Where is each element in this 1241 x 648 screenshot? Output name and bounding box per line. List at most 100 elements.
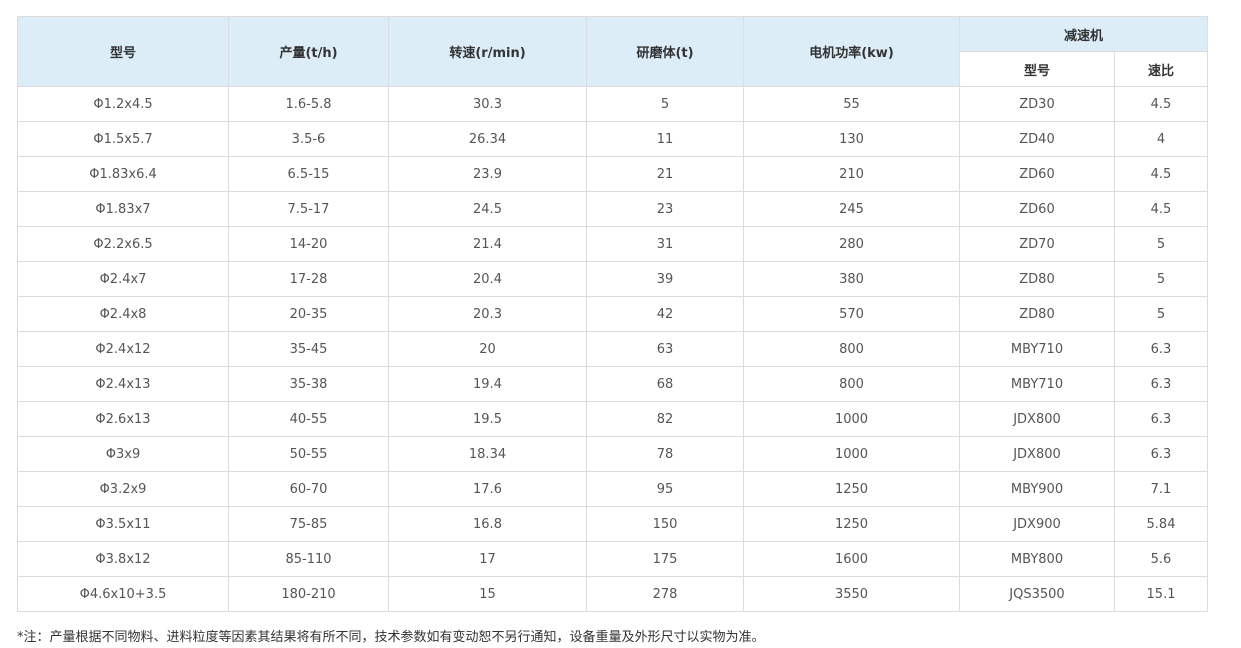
cell-reducer-model: JQS3500 xyxy=(959,576,1115,612)
cell-model: Φ2.2x6.5 xyxy=(17,226,229,262)
cell-reducer-ratio: 15.1 xyxy=(1113,576,1209,612)
cell-media: 23 xyxy=(586,191,744,227)
cell-speed: 20.3 xyxy=(388,296,587,332)
cell-reducer-ratio: 5.6 xyxy=(1113,541,1209,577)
cell-model: Φ1.83x7 xyxy=(17,191,229,227)
cell-model: Φ2.4x7 xyxy=(17,261,229,297)
cell-speed: 20.4 xyxy=(388,261,587,297)
cell-reducer-model: MBY800 xyxy=(959,541,1115,577)
cell-capacity: 14-20 xyxy=(228,226,389,262)
cell-reducer-ratio: 4.5 xyxy=(1113,191,1209,227)
table-header: 型号 产量(t/h) 转速(r/min) 研磨体(t) 电机功率(kw) 减速机… xyxy=(17,16,1209,87)
cell-model: Φ2.6x13 xyxy=(17,401,229,437)
cell-motor-power: 1250 xyxy=(743,506,960,542)
cell-media: 39 xyxy=(586,261,744,297)
table-row: Φ3.2x9 60-70 17.6 95 1250 MBY900 7.1 xyxy=(17,471,1209,507)
header-reducer-ratio: 速比 xyxy=(1113,51,1209,87)
cell-reducer-ratio: 5 xyxy=(1113,226,1209,262)
cell-reducer-ratio: 6.3 xyxy=(1113,401,1209,437)
footnote: *注：产量根据不同物料、进料粒度等因素其结果将有所不同，技术参数如有变动恕不另行… xyxy=(17,630,765,645)
cell-reducer-ratio: 6.3 xyxy=(1113,366,1209,402)
cell-motor-power: 210 xyxy=(743,156,960,192)
cell-motor-power: 1000 xyxy=(743,436,960,472)
cell-model: Φ2.4x12 xyxy=(17,331,229,367)
cell-reducer-model: MBY710 xyxy=(959,331,1115,367)
cell-model: Φ3.5x11 xyxy=(17,506,229,542)
cell-capacity: 1.6-5.8 xyxy=(228,86,389,122)
table-row: Φ2.4x12 35-45 20 63 800 MBY710 6.3 xyxy=(17,331,1209,367)
cell-speed: 19.5 xyxy=(388,401,587,437)
cell-motor-power: 245 xyxy=(743,191,960,227)
cell-reducer-ratio: 5.84 xyxy=(1113,506,1209,542)
cell-reducer-model: JDX800 xyxy=(959,436,1115,472)
cell-reducer-model: MBY900 xyxy=(959,471,1115,507)
header-row-1: 型号 产量(t/h) 转速(r/min) 研磨体(t) 电机功率(kw) 减速机 xyxy=(17,16,1209,87)
table-row: Φ4.6x10+3.5 180-210 15 278 3550 JQS3500 15.1 xyxy=(17,576,1209,612)
cell-model: Φ1.5x5.7 xyxy=(17,121,229,157)
cell-capacity: 17-28 xyxy=(228,261,389,297)
cell-media: 63 xyxy=(586,331,744,367)
cell-reducer-ratio: 4.5 xyxy=(1113,86,1209,122)
table-row: Φ3.5x11 75-85 16.8 150 1250 JDX900 5.84 xyxy=(17,506,1209,542)
cell-reducer-ratio: 5 xyxy=(1113,261,1209,297)
cell-reducer-model: ZD70 xyxy=(959,226,1115,262)
cell-motor-power: 800 xyxy=(743,366,960,402)
cell-motor-power: 280 xyxy=(743,226,960,262)
cell-motor-power: 570 xyxy=(743,296,960,332)
table-row: Φ2.6x13 40-55 19.5 82 1000 JDX800 6.3 xyxy=(17,401,1209,437)
cell-capacity: 35-38 xyxy=(228,366,389,402)
cell-speed: 26.34 xyxy=(388,121,587,157)
cell-media: 82 xyxy=(586,401,744,437)
cell-speed: 18.34 xyxy=(388,436,587,472)
cell-media: 68 xyxy=(586,366,744,402)
cell-media: 42 xyxy=(586,296,744,332)
table-row: Φ3.8x12 85-110 17 175 1600 MBY800 5.6 xyxy=(17,541,1209,577)
cell-model: Φ3.2x9 xyxy=(17,471,229,507)
header-reducer-model: 型号 xyxy=(959,51,1115,87)
cell-reducer-ratio: 6.3 xyxy=(1113,436,1209,472)
cell-reducer-model: ZD40 xyxy=(959,121,1115,157)
cell-speed: 15 xyxy=(388,576,587,612)
cell-reducer-ratio: 7.1 xyxy=(1113,471,1209,507)
cell-capacity: 7.5-17 xyxy=(228,191,389,227)
cell-media: 31 xyxy=(586,226,744,262)
cell-reducer-ratio: 5 xyxy=(1113,296,1209,332)
table-row: Φ3x9 50-55 18.34 78 1000 JDX800 6.3 xyxy=(17,436,1209,472)
cell-reducer-ratio: 4.5 xyxy=(1113,156,1209,192)
table-row: Φ1.5x5.7 3.5-6 26.34 11 130 ZD40 4 xyxy=(17,121,1209,157)
cell-capacity: 180-210 xyxy=(228,576,389,612)
cell-model: Φ2.4x8 xyxy=(17,296,229,332)
table-row: Φ2.4x13 35-38 19.4 68 800 MBY710 6.3 xyxy=(17,366,1209,402)
cell-speed: 30.3 xyxy=(388,86,587,122)
cell-reducer-model: JDX800 xyxy=(959,401,1115,437)
spec-table-container: 型号 产量(t/h) 转速(r/min) 研磨体(t) 电机功率(kw) 减速机… xyxy=(17,16,1209,612)
cell-model: Φ1.83x6.4 xyxy=(17,156,229,192)
cell-capacity: 35-45 xyxy=(228,331,389,367)
cell-media: 175 xyxy=(586,541,744,577)
cell-motor-power: 1250 xyxy=(743,471,960,507)
cell-media: 150 xyxy=(586,506,744,542)
cell-motor-power: 3550 xyxy=(743,576,960,612)
cell-model: Φ1.2x4.5 xyxy=(17,86,229,122)
cell-model: Φ3x9 xyxy=(17,436,229,472)
cell-reducer-model: MBY710 xyxy=(959,366,1115,402)
cell-motor-power: 130 xyxy=(743,121,960,157)
cell-model: Φ2.4x13 xyxy=(17,366,229,402)
cell-reducer-model: ZD80 xyxy=(959,261,1115,297)
cell-speed: 23.9 xyxy=(388,156,587,192)
cell-speed: 16.8 xyxy=(388,506,587,542)
cell-capacity: 6.5-15 xyxy=(228,156,389,192)
cell-media: 95 xyxy=(586,471,744,507)
cell-media: 21 xyxy=(586,156,744,192)
ball-mill-spec-table: 型号 产量(t/h) 转速(r/min) 研磨体(t) 电机功率(kw) 减速机… xyxy=(17,16,1209,612)
table-row: Φ1.83x7 7.5-17 24.5 23 245 ZD60 4.5 xyxy=(17,191,1209,227)
cell-capacity: 40-55 xyxy=(228,401,389,437)
cell-motor-power: 1000 xyxy=(743,401,960,437)
cell-capacity: 75-85 xyxy=(228,506,389,542)
cell-media: 5 xyxy=(586,86,744,122)
cell-capacity: 50-55 xyxy=(228,436,389,472)
cell-reducer-ratio: 6.3 xyxy=(1113,331,1209,367)
cell-speed: 17 xyxy=(388,541,587,577)
cell-speed: 21.4 xyxy=(388,226,587,262)
cell-capacity: 60-70 xyxy=(228,471,389,507)
